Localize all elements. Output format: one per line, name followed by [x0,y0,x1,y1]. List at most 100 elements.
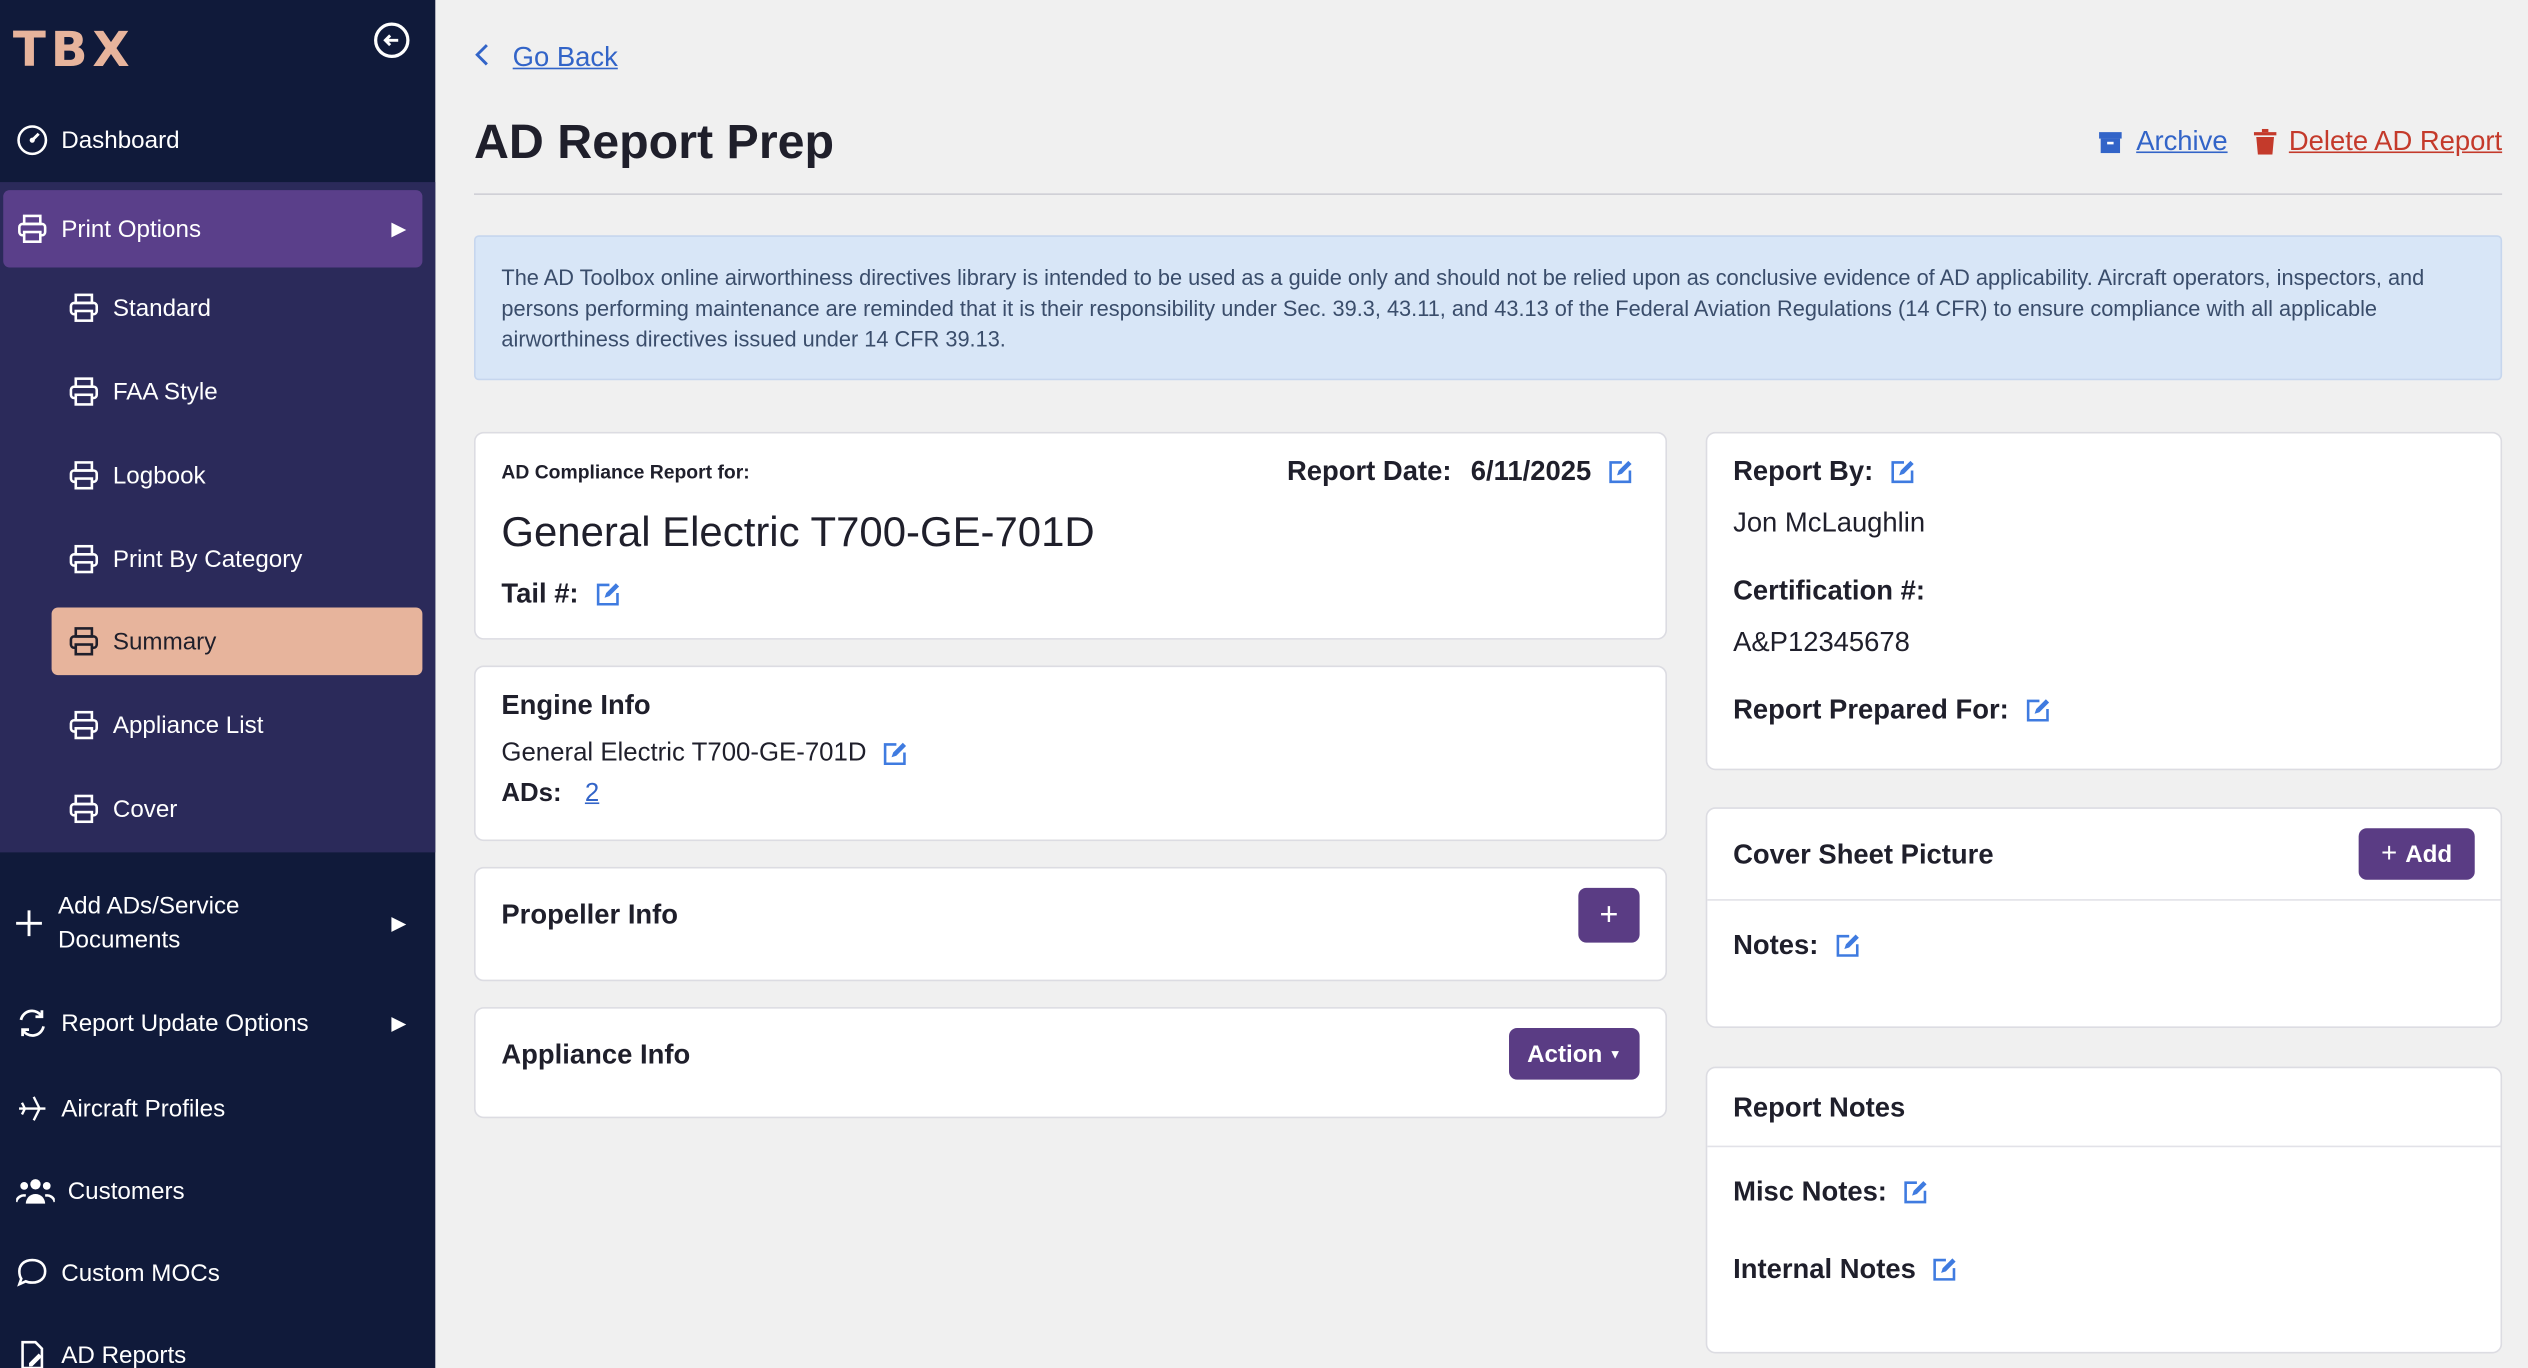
nav-report-update-options[interactable]: Report Update Options ▶ [0,1002,435,1044]
chevron-left-icon [474,43,490,74]
internal-notes-label: Internal Notes [1733,1253,1916,1285]
cover-sheet-card: Cover Sheet Picture + Add Notes: [1705,807,2503,1029]
report-date-value: 6/11/2025 [1470,455,1592,487]
print-by-category-label: Print By Category [112,545,303,573]
nav-add-ads-line1: Add ADs/Service [58,892,240,921]
plus-icon: + [2381,837,2398,869]
nav-report-update-label: Report Update Options [61,1009,309,1037]
go-back-link[interactable]: Go Back [474,42,618,74]
nav-aircraft-profiles-label: Aircraft Profiles [61,1094,226,1123]
report-date: Report Date: 6/11/2025 [1287,456,1633,488]
printer-icon [68,375,100,407]
printer-icon [16,213,48,245]
printer-icon [68,459,100,491]
ads-count-link[interactable]: 2 [585,780,599,807]
tail-number-label: Tail #: [501,578,579,610]
edit-cover-notes-icon[interactable] [1835,933,1861,959]
report-header-card: AD Compliance Report for: Report Date: 6… [473,431,1668,640]
nav-add-ads[interactable]: Add ADs/Service Documents ▶ [0,889,435,957]
delete-report-link[interactable]: Delete AD Report [2253,126,2502,158]
plane-icon [16,1092,48,1124]
edit-report-date-icon[interactable] [1607,459,1633,485]
header-actions: Archive Delete AD Report [2097,126,2502,158]
nav-ad-reports-label: AD Reports [61,1341,187,1368]
engine-info-title: Engine Info [501,689,651,721]
ads-label: ADs: [501,779,562,808]
print-faa-style[interactable]: FAA Style [52,358,423,426]
printer-icon [68,793,100,825]
page-title: AD Report Prep [473,116,835,170]
nav-ad-reports[interactable]: AD Reports [0,1334,435,1368]
engine-info-card: Engine Info General Electric T700-GE-701… [473,665,1668,842]
printer-icon [68,543,100,575]
sidebar: TBX Dashboard Print Options ▶ Standard F… [0,0,436,1368]
print-appliance-list-label: Appliance List [112,711,264,739]
report-by-card: Report By: Jon McLaughlin Certification … [1705,431,2503,771]
nav-add-ads-line2: Documents [58,926,181,954]
add-cover-picture-button[interactable]: + Add [2358,828,2475,880]
print-cover[interactable]: Cover [52,775,423,843]
propeller-info-card: Propeller Info + [473,866,1668,982]
go-back-label: Go Back [512,41,618,73]
report-notes-divider [1707,1145,2501,1148]
nav-print-options-label: Print Options [61,215,202,243]
print-summary[interactable]: Summary [51,607,423,676]
report-notes-card: Report Notes Misc Notes: Internal Notes [1705,1066,2503,1354]
print-standard-label: Standard [112,294,212,322]
cover-notes-row: Notes: [1733,930,1860,962]
nav-aircraft-profiles[interactable]: Aircraft Profiles [0,1088,435,1130]
prepared-for-label: Report Prepared For: [1733,694,2009,726]
print-by-category[interactable]: Print By Category [52,525,423,593]
main-content: Go Back AD Report Prep Archive Delete AD… [435,0,2528,1368]
nav-dashboard[interactable]: Dashboard [0,119,435,161]
printer-icon [68,709,100,741]
printer-icon [68,292,100,324]
document-edit-icon [16,1339,48,1368]
print-standard[interactable]: Standard [52,274,423,342]
report-by-row: Report By: [1733,456,1915,488]
nav-customers[interactable]: Customers [0,1170,435,1212]
misc-notes-row: Misc Notes: [1733,1176,1929,1208]
cover-sheet-title: Cover Sheet Picture [1733,839,1994,871]
nav-custom-mocs-label: Custom MOCs [61,1259,220,1287]
appliance-info-title: Appliance Info [501,1039,691,1070]
engine-ads-row: ADs: 2 [501,780,599,809]
report-by-name: Jon McLaughlin [1733,507,1926,539]
delete-report-label: Delete AD Report [2288,125,2503,157]
add-propeller-button[interactable]: + [1578,887,1640,943]
compliance-report-label: AD Compliance Report for: [501,460,750,484]
dashboard-gauge-icon [16,124,48,156]
tbx-logo[interactable]: TBX [13,23,135,79]
report-notes-title: Report Notes [1733,1092,1906,1124]
archive-box-icon [2097,129,2123,155]
nav-custom-mocs[interactable]: Custom MOCs [0,1252,435,1294]
edit-prepared-for-icon[interactable] [2025,698,2051,724]
caret-down-icon: ▼ [1608,1046,1622,1062]
print-faa-style-label: FAA Style [112,377,218,406]
print-options-group: Print Options ▶ Standard FAA Style Logbo… [0,182,436,853]
engine-model-row: General Electric T700-GE-701D [501,740,908,769]
edit-engine-icon[interactable] [883,741,909,767]
appliance-action-dropdown[interactable]: Action ▼ [1509,1028,1640,1080]
plus-icon [13,907,45,939]
chat-bubble-icon [16,1257,48,1289]
caret-right-icon: ▶ [391,1011,407,1035]
print-logbook[interactable]: Logbook [52,441,423,509]
nav-print-options[interactable]: Print Options ▶ [3,190,423,268]
archive-link[interactable]: Archive [2097,126,2228,158]
nav-dashboard-label: Dashboard [61,126,180,154]
report-date-label: Report Date: [1286,455,1452,487]
add-propeller-plus-icon: + [1599,896,1619,933]
edit-report-by-icon[interactable] [1889,459,1915,485]
trash-icon [2253,128,2276,155]
report-engine-model: General Electric T700-GE-701D [501,507,1095,556]
certification-label: Certification #: [1733,575,1926,606]
edit-misc-notes-icon[interactable] [1903,1179,1929,1205]
refresh-icon [16,1007,48,1039]
edit-tail-number-icon[interactable] [595,582,621,608]
print-appliance-list[interactable]: Appliance List [52,691,423,759]
collapse-sidebar-icon[interactable] [374,22,410,59]
cover-sheet-divider [1707,899,2501,901]
edit-internal-notes-icon[interactable] [1932,1257,1958,1283]
cover-notes-label: Notes: [1733,929,1819,961]
